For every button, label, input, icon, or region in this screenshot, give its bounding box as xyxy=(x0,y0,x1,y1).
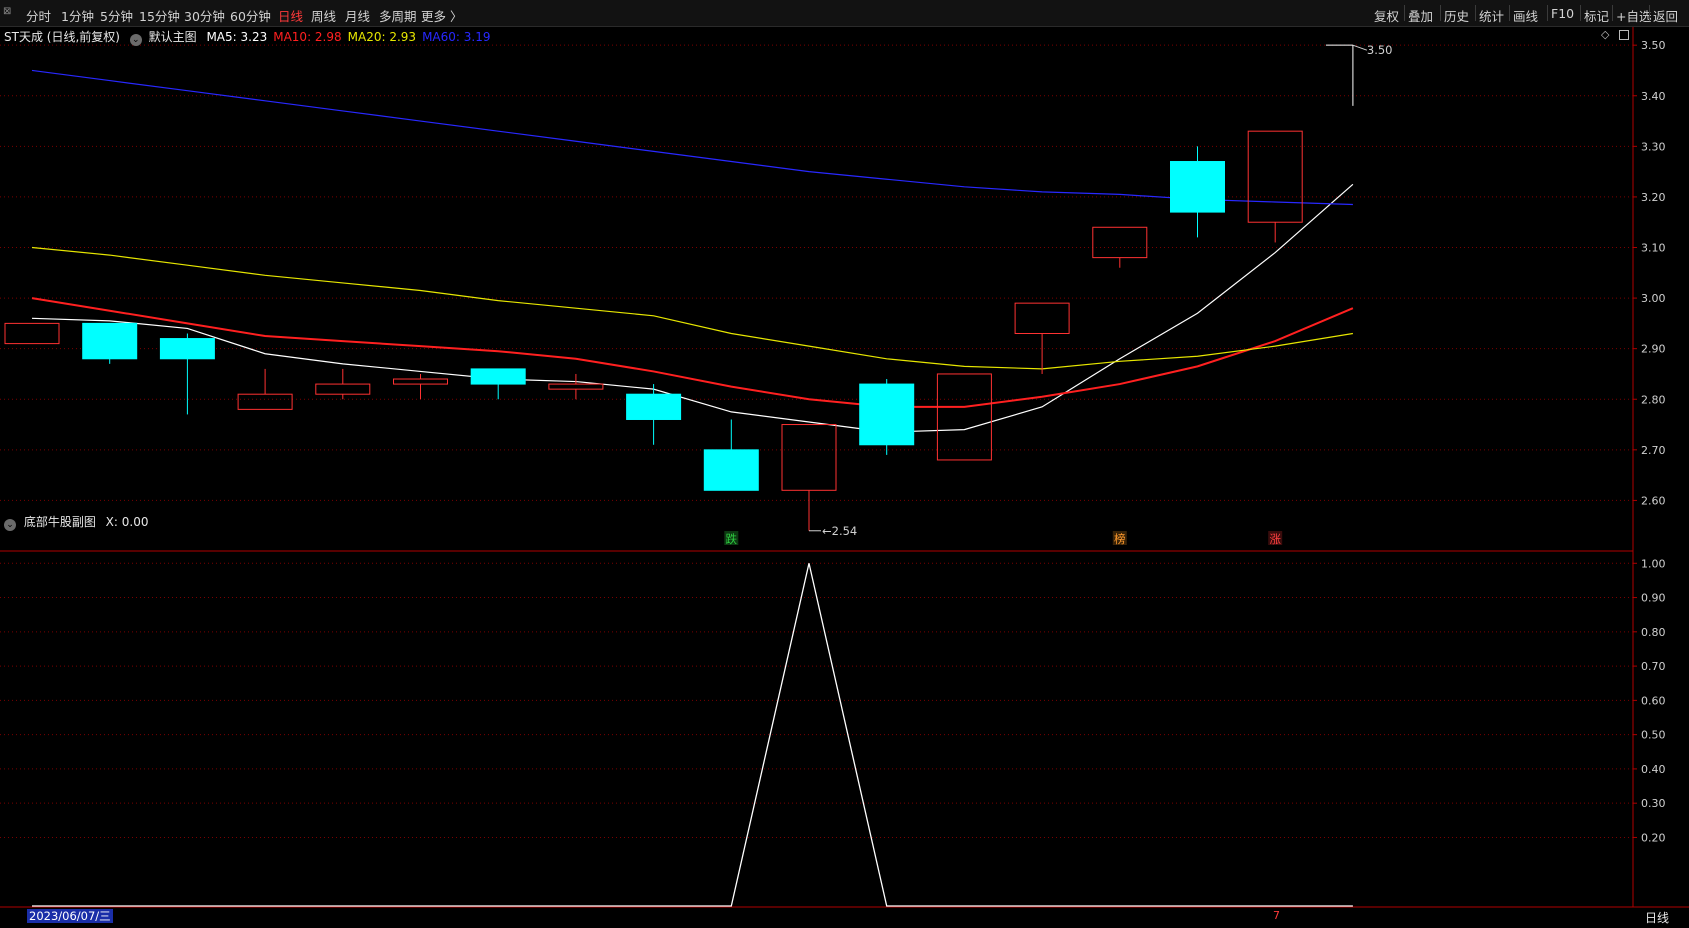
period-tab-5[interactable]: 60分钟 xyxy=(230,6,271,25)
price-tick-label: 2.60 xyxy=(1641,494,1666,507)
candle-body-up xyxy=(781,424,837,491)
candle-body-up xyxy=(315,383,371,395)
price-tick-label: 3.10 xyxy=(1641,242,1666,255)
ma-legend-values: MA5: 3.23 MA10: 2.98 MA20: 2.93 MA60: 3.19 xyxy=(206,30,496,44)
sub-tick-label: 0.60 xyxy=(1641,694,1666,707)
sub-chart-title[interactable]: 底部牛股副图 xyxy=(24,515,96,529)
candle-body-up xyxy=(548,383,604,390)
low-label: ←2.54 xyxy=(822,524,857,538)
candle-body-down xyxy=(626,393,682,420)
candle-body-up xyxy=(1014,302,1070,334)
ma-legend-3: MA60: 3.19 xyxy=(422,30,491,44)
sub-tick-label: 0.80 xyxy=(1641,626,1666,639)
sub-tick-label: 0.90 xyxy=(1641,592,1666,605)
period-tab-8[interactable]: 月线 xyxy=(345,6,370,25)
diamond-icon[interactable]: ◇ xyxy=(1601,28,1609,41)
marker-badge: 涨 xyxy=(1269,532,1281,546)
toolbar-separator xyxy=(1475,5,1476,21)
cursor-date: 2023/06/07/三 xyxy=(27,909,113,923)
date-axis-mark: 7 xyxy=(1273,909,1280,922)
period-indicator: 日线 xyxy=(1645,911,1670,925)
tool-button-0[interactable]: 复权 xyxy=(1374,6,1399,25)
candle-body-down xyxy=(703,449,759,491)
toolbar-separator xyxy=(1612,5,1613,21)
period-tab-6[interactable]: 日线 xyxy=(278,6,303,25)
tool-button-5[interactable]: F10 xyxy=(1551,6,1574,21)
toolbar-separator xyxy=(1649,5,1650,21)
period-tab-3[interactable]: 15分钟 xyxy=(139,6,180,25)
ma-line-ma5 xyxy=(31,183,1354,433)
sub-tick-label: 0.20 xyxy=(1641,831,1666,844)
sub-tick-label: 0.40 xyxy=(1641,763,1666,776)
period-tab-9[interactable]: 多周期 xyxy=(379,6,417,25)
sub-toggle-icon[interactable]: ⌄ xyxy=(4,519,16,531)
sub-tick-label: 0.50 xyxy=(1641,729,1666,742)
tool-button-7[interactable]: +自选 xyxy=(1616,6,1651,25)
ma-line-ma60 xyxy=(31,69,1353,206)
period-tab-2[interactable]: 5分钟 xyxy=(100,6,133,25)
candle-body-down xyxy=(1170,161,1225,213)
tool-button-8[interactable]: 返回 xyxy=(1653,6,1678,25)
ma-line-ma20 xyxy=(31,246,1353,370)
period-tab-0[interactable]: 分时 xyxy=(26,6,51,25)
marker-badge: 榜 xyxy=(1114,532,1126,546)
ma-legend-1: MA10: 2.98 xyxy=(273,30,342,44)
tool-button-2[interactable]: 历史 xyxy=(1444,6,1469,25)
tool-button-6[interactable]: 标记 xyxy=(1584,6,1609,25)
period-tab-7[interactable]: 周线 xyxy=(311,6,336,25)
stock-title[interactable]: ST天成 (日线,前复权) xyxy=(4,30,120,44)
period-tab-4[interactable]: 30分钟 xyxy=(184,6,225,25)
tool-button-1[interactable]: 叠加 xyxy=(1408,6,1433,25)
high-pointer xyxy=(1352,44,1368,51)
tool-button-4[interactable]: 画线 xyxy=(1513,6,1538,25)
price-tick-label: 3.20 xyxy=(1641,191,1666,204)
candle-body-up xyxy=(1247,130,1303,223)
ma-legend-2: MA20: 2.93 xyxy=(347,30,417,44)
price-tick-label: 3.30 xyxy=(1641,140,1666,153)
period-toolbar: 分时 1分钟 5分钟 15分钟 30分钟 60分钟 日线 周线 月线 多周期 更多 〉 ⊠ 复权 叠加历… xyxy=(0,0,1689,27)
ma-line-ma10 xyxy=(31,297,1354,408)
price-tick-label: 2.90 xyxy=(1641,343,1666,356)
main-legend: ST天成 (日线,前复权) ⌄ 默认主图 MA5: 3.23 MA10: 2.98… xyxy=(4,28,497,46)
price-tick-label: 2.80 xyxy=(1641,393,1666,406)
ma-legend-0: MA5: 3.23 xyxy=(206,30,268,44)
candle-body-down xyxy=(859,383,915,446)
template-toggle-icon[interactable]: ⌄ xyxy=(129,34,142,46)
chart-canvas[interactable]: 3.50 3.40 3.30 3.20 3.10 3.00 2.90 2.80 2.70 2.60… xyxy=(0,27,1689,928)
sub-legend: ⌄ 底部牛股副图 X: 0.00 xyxy=(4,513,148,531)
price-tick-label: 3.40 xyxy=(1641,90,1666,103)
menu-icon[interactable]: ⊠ xyxy=(3,6,11,17)
tool-button-3[interactable]: 统计 xyxy=(1479,6,1504,25)
period-tab-1[interactable]: 1分钟 xyxy=(61,6,94,25)
sub-tick-label: 1.00 xyxy=(1641,557,1666,570)
price-tick-label: 3.50 xyxy=(1641,39,1666,52)
chart-stage: 3.50 3.40 3.30 3.20 3.10 3.00 2.90 2.80 2.70 2.60… xyxy=(0,27,1689,928)
candle-body-down xyxy=(159,338,215,360)
template-label[interactable]: 默认主图 xyxy=(149,30,197,44)
candle-body-up xyxy=(4,322,60,345)
candle-body-up xyxy=(1092,226,1148,259)
toolbar-separator xyxy=(1404,5,1405,21)
toolbar-separator xyxy=(1509,5,1510,21)
high-label: 3.50 xyxy=(1367,43,1393,57)
toolbar-separator xyxy=(1547,5,1548,21)
candle-body-up xyxy=(237,393,293,410)
sub-chart-value: X: 0.00 xyxy=(105,515,149,529)
price-tick-label: 3.00 xyxy=(1641,292,1666,305)
sub-tick-label: 0.30 xyxy=(1641,797,1666,810)
candle-body-down xyxy=(470,368,526,385)
panel-toggle-icon[interactable] xyxy=(1619,30,1629,40)
period-tab-10[interactable]: 更多 〉 xyxy=(421,6,462,25)
toolbar-separator xyxy=(1440,5,1441,21)
marker-badge: 跌 xyxy=(726,532,738,546)
candle-body-up xyxy=(936,373,992,461)
toolbar-separator xyxy=(1580,5,1581,21)
candle-body-down xyxy=(82,322,138,360)
price-tick-label: 2.70 xyxy=(1641,444,1666,457)
candle-body-up xyxy=(393,378,448,385)
sub-tick-label: 0.70 xyxy=(1641,660,1666,673)
